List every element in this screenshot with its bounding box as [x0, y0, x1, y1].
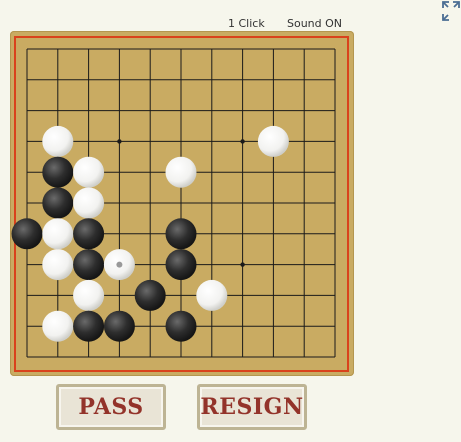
black-stone — [165, 218, 197, 250]
black-stone — [73, 218, 105, 250]
black-stone — [11, 218, 43, 250]
resign-button[interactable]: RESIGN — [197, 384, 307, 430]
black-stone — [73, 249, 105, 281]
white-stone — [196, 279, 228, 311]
white-stone — [73, 156, 105, 188]
pass-button[interactable]: PASS — [56, 384, 166, 430]
last-move-marker — [116, 261, 123, 268]
white-stone — [73, 187, 105, 219]
black-stone — [165, 249, 197, 281]
white-stone — [165, 156, 197, 188]
black-stone — [73, 310, 105, 342]
white-stone — [42, 249, 74, 281]
star-point — [240, 139, 245, 144]
black-stone — [103, 310, 135, 342]
white-stone — [42, 218, 74, 250]
white-stone — [257, 125, 289, 157]
white-stone — [73, 279, 105, 311]
white-stone — [42, 125, 74, 157]
black-stone — [134, 279, 166, 311]
board-grid[interactable] — [0, 0, 461, 442]
white-stone — [42, 310, 74, 342]
black-stone — [42, 187, 74, 219]
black-stone — [165, 310, 197, 342]
star-point — [240, 262, 245, 267]
black-stone — [42, 156, 74, 188]
star-point — [117, 139, 122, 144]
